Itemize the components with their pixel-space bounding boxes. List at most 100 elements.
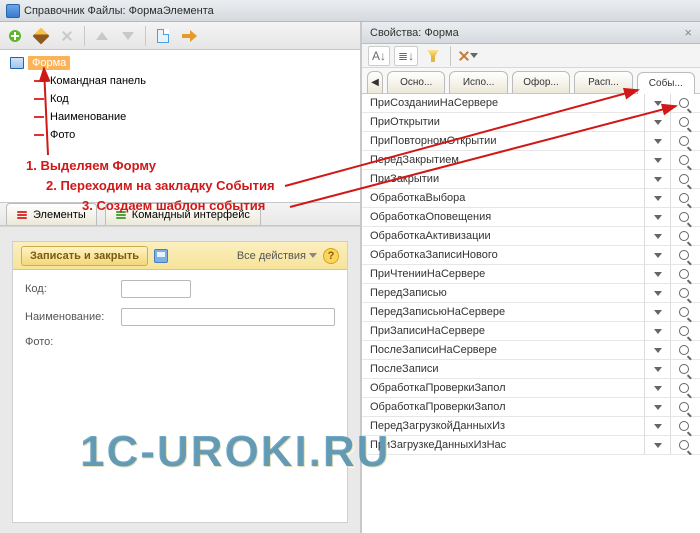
tab-label: Командный интерфейс [132,209,250,221]
help-button[interactable]: ? [323,248,339,264]
tab-elements[interactable]: Элементы [6,203,97,225]
arrow-right-icon [182,30,196,42]
dash-icon [34,80,44,82]
property-open[interactable] [670,132,696,150]
tree-item[interactable]: Фото [6,126,354,144]
property-label: ПриПовторномОткрытии [370,135,644,147]
tab-usage[interactable]: Испо... [449,71,507,93]
property-open[interactable] [670,303,696,321]
property-open[interactable] [670,360,696,378]
property-dropdown[interactable] [644,170,670,188]
close-icon[interactable]: × [684,25,692,40]
name-input[interactable] [121,308,335,326]
tree-item[interactable]: Код [6,90,354,108]
chevron-down-icon [654,310,662,315]
property-dropdown[interactable] [644,151,670,169]
property-open[interactable] [670,322,696,340]
chevron-down-icon [654,348,662,353]
tab-format[interactable]: Офор... [512,71,570,93]
tree-item[interactable]: Командная панель [6,72,354,90]
form-toolbar: Записать и закрыть Все действия ? [13,242,347,270]
property-dropdown[interactable] [644,284,670,302]
form-preview: Записать и закрыть Все действия ? Код: Н… [0,226,360,533]
doc-button[interactable] [152,25,174,47]
property-dropdown[interactable] [644,360,670,378]
property-dropdown[interactable] [644,132,670,150]
property-open[interactable] [670,189,696,207]
separator [84,26,85,46]
property-open[interactable] [670,151,696,169]
tree-item[interactable]: Наименование [6,108,354,126]
chevron-down-icon [654,196,662,201]
property-row: ОбработкаПроверкиЗапол [362,398,700,417]
tab-layout[interactable]: Расп... [574,71,632,93]
property-open[interactable] [670,246,696,264]
save-close-button[interactable]: Записать и закрыть [21,246,148,266]
tree-root[interactable]: Форма [6,54,354,72]
property-dropdown[interactable] [644,265,670,283]
property-dropdown[interactable] [644,341,670,359]
filter-button[interactable] [422,45,444,67]
property-label: ПослеЗаписиНаСервере [370,344,644,356]
property-row: ПослеЗаписи [362,360,700,379]
property-label: ОбработкаПроверкиЗапол [370,382,644,394]
dash-icon [34,98,44,100]
property-open[interactable] [670,398,696,416]
name-label: Наименование: [25,311,115,323]
property-open[interactable] [670,170,696,188]
property-open[interactable] [670,265,696,283]
property-row: ПриЗагрузкеДанныхИзНас [362,436,700,455]
property-open[interactable] [670,417,696,435]
property-open[interactable] [670,379,696,397]
property-row: ПередЗаписью [362,284,700,303]
clear-button[interactable] [457,45,479,67]
code-input[interactable] [121,280,191,298]
property-dropdown[interactable] [644,322,670,340]
property-dropdown[interactable] [644,436,670,454]
chevron-down-icon [654,120,662,125]
edit-button[interactable] [30,25,52,47]
tab-main[interactable]: Осно... [387,71,445,93]
property-dropdown[interactable] [644,398,670,416]
doc-icon [157,29,169,43]
property-dropdown[interactable] [644,417,670,435]
sort-alpha-button[interactable]: A↓ [368,46,390,66]
property-dropdown[interactable] [644,94,670,112]
funnel-icon [427,50,439,62]
delete-button[interactable] [56,25,78,47]
property-open[interactable] [670,341,696,359]
all-actions-dropdown[interactable]: Все действия [237,250,317,262]
property-open[interactable] [670,113,696,131]
sort-cat-button[interactable]: ≣↓ [394,46,418,66]
magnifier-icon [679,231,689,241]
property-row: ПередЗаписьюНаСервере [362,303,700,322]
property-open[interactable] [670,227,696,245]
goto-button[interactable] [178,25,200,47]
add-button[interactable] [4,25,26,47]
property-row: ОбработкаАктивизации [362,227,700,246]
property-open[interactable] [670,208,696,226]
property-open[interactable] [670,284,696,302]
move-up-button[interactable] [91,25,113,47]
move-down-button[interactable] [117,25,139,47]
tree-item-label: Командная панель [50,75,146,87]
magnifier-icon [679,250,689,260]
property-dropdown[interactable] [644,208,670,226]
tab-scroll-left[interactable]: ◀ [367,71,383,93]
property-open[interactable] [670,436,696,454]
property-dropdown[interactable] [644,303,670,321]
magnifier-icon [679,383,689,393]
property-dropdown[interactable] [644,189,670,207]
property-dropdown[interactable] [644,113,670,131]
property-dropdown[interactable] [644,379,670,397]
save-icon[interactable] [154,249,168,263]
left-pane: Форма Командная панель Код Наименование … [0,22,362,533]
x-icon [61,30,73,42]
property-dropdown[interactable] [644,246,670,264]
tab-events[interactable]: Собы... [637,72,695,94]
property-label: ОбработкаПроверкиЗапол [370,401,644,413]
tab-command-interface[interactable]: Командный интерфейс [105,203,261,225]
property-open[interactable] [670,94,696,112]
property-label: ОбработкаВыбора [370,192,644,204]
property-dropdown[interactable] [644,227,670,245]
